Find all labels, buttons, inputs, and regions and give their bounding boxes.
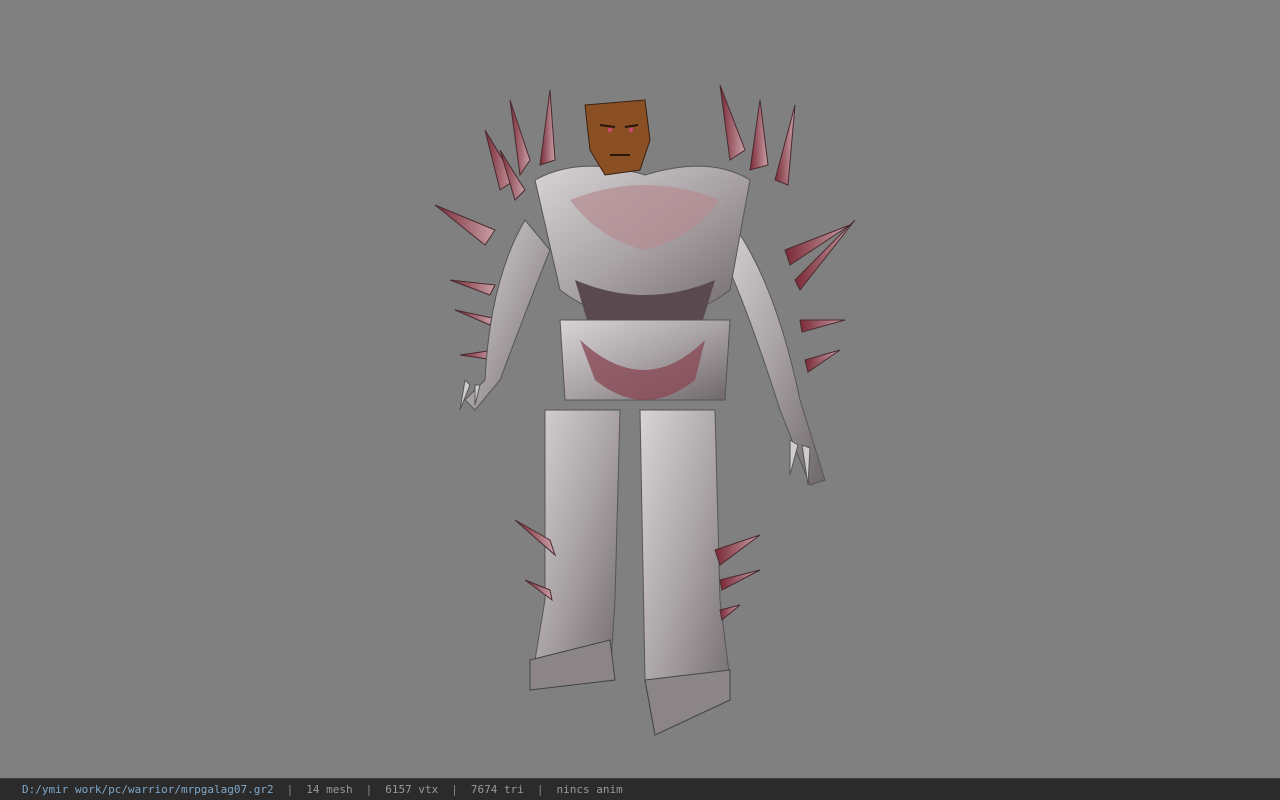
3d-viewport[interactable]: [0, 0, 1280, 778]
separator: |: [365, 783, 373, 796]
triangle-count: 7674 tri: [470, 783, 524, 796]
mesh-count: 14 mesh: [306, 783, 353, 796]
file-path: D:/ymir work/pc/warrior/mrpgalag07.gr2: [22, 783, 274, 796]
separator: |: [286, 783, 294, 796]
armored-warrior-model: [434, 84, 856, 736]
vertex-count: 6157 vtx: [385, 783, 439, 796]
separator: |: [536, 783, 544, 796]
separator: |: [451, 783, 458, 796]
status-bar: D:/ymir work/pc/warrior/mrpgalag07.gr2 |…: [0, 778, 1280, 800]
animation-status: nincs anim: [556, 783, 623, 796]
